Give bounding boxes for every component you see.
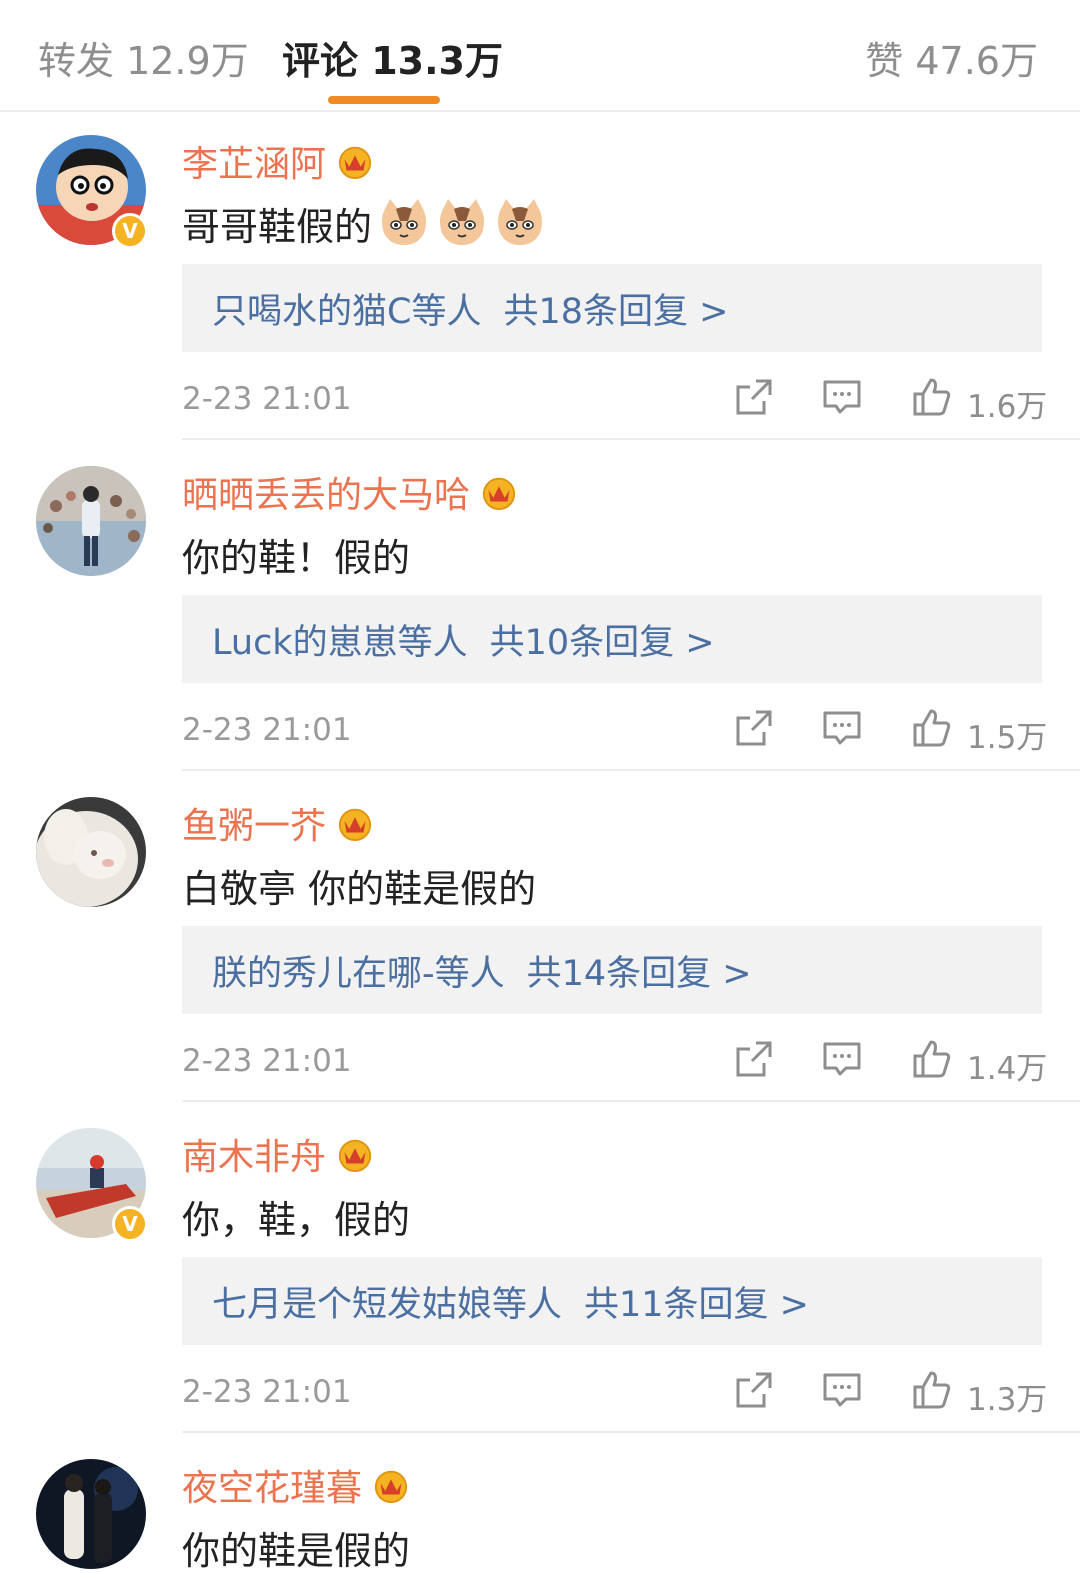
comment-text: 白敬亭 你的鞋是假的	[182, 866, 537, 911]
reply-users[interactable]: 朕的秀儿在哪-等人	[212, 945, 505, 996]
divider	[182, 1431, 1080, 1433]
divider	[182, 438, 1080, 440]
avatar[interactable]	[36, 466, 146, 576]
comment-text: 你，鞋，假的	[182, 1197, 411, 1242]
comment-username[interactable]: 夜空花瑾暮	[182, 1459, 362, 1511]
tab-repost[interactable]: 转发 12.9万	[38, 30, 249, 85]
avatar[interactable]	[36, 1459, 146, 1569]
comment-timestamp: 2-23 21:01	[182, 712, 352, 748]
comment-text: 哥哥鞋假的	[182, 204, 373, 249]
verified-v-icon: V	[112, 1206, 148, 1242]
reply-users[interactable]: Luck的崽崽等人	[212, 614, 468, 665]
reply-count-link[interactable]: 共10条回复 >	[490, 614, 715, 665]
replies-preview[interactable]: Luck的崽崽等人 共10条回复 >	[182, 595, 1042, 683]
thumbs-up-icon[interactable]	[912, 1370, 952, 1410]
comment-username[interactable]: 鱼粥一芥	[182, 797, 326, 849]
comment-icon[interactable]	[822, 708, 862, 748]
like-count: 1.4万	[967, 1051, 1048, 1087]
share-icon[interactable]	[734, 1039, 774, 1079]
comment-text-row: 你的鞋！假的	[182, 526, 410, 582]
thumbs-up-icon[interactable]	[912, 708, 952, 748]
vip-crown-icon	[480, 473, 518, 511]
like-count: 1.5万	[967, 720, 1048, 756]
thumbs-up-icon[interactable]	[912, 377, 952, 417]
comment-text-row: 你，鞋，假的	[182, 1188, 410, 1244]
replies-preview[interactable]: 朕的秀儿在哪-等人 共14条回复 >	[182, 926, 1042, 1014]
comment-username[interactable]: 晒晒丢丢的大马哈	[182, 466, 470, 518]
cat-emoji-icon	[436, 197, 488, 249]
comment-timestamp: 2-23 21:01	[182, 1374, 352, 1410]
comment-text: 你的鞋是假的	[182, 1528, 411, 1573]
comment-text-row: 白敬亭 你的鞋是假的	[182, 857, 536, 913]
active-tab-indicator	[328, 96, 440, 104]
share-icon[interactable]	[734, 1370, 774, 1410]
replies-preview[interactable]: 只喝水的猫C等人 共18条回复 >	[182, 264, 1042, 352]
tab-likes[interactable]: 赞 47.6万	[865, 30, 1038, 85]
avatar[interactable]	[36, 797, 146, 907]
comment-tab-bar: 转发 12.9万 评论 13.3万 赞 47.6万	[0, 0, 1080, 112]
comment-text: 你的鞋！假的	[182, 535, 411, 580]
verified-v-icon: V	[112, 213, 148, 249]
comment-username[interactable]: 李芷涵阿	[182, 135, 326, 187]
comment-username[interactable]: 南木非舟	[182, 1128, 326, 1180]
divider	[182, 769, 1080, 771]
tab-comments[interactable]: 评论 13.3万	[282, 30, 503, 85]
share-icon[interactable]	[734, 377, 774, 417]
comment-icon[interactable]	[822, 377, 862, 417]
comment-text-row: 你的鞋是假的	[182, 1519, 410, 1573]
reply-count-link[interactable]: 共14条回复 >	[527, 945, 752, 996]
vip-crown-icon	[336, 804, 374, 842]
like-count: 1.6万	[967, 389, 1048, 425]
comment-meta: 2-23 21:01 1.6万	[182, 373, 1047, 425]
comment-text-row: 哥哥鞋假的	[182, 195, 546, 251]
comment-timestamp: 2-23 21:01	[182, 381, 352, 417]
reply-count-link[interactable]: 共18条回复 >	[503, 283, 728, 334]
share-icon[interactable]	[734, 708, 774, 748]
cat-emoji-icon	[378, 197, 430, 249]
vip-crown-icon	[372, 1466, 410, 1504]
comment-timestamp: 2-23 21:01	[182, 1043, 352, 1079]
reply-count-link[interactable]: 共11条回复 >	[584, 1276, 809, 1327]
reply-users[interactable]: 七月是个短发姑娘等人	[212, 1276, 562, 1327]
divider	[182, 1100, 1080, 1102]
comment-icon[interactable]	[822, 1370, 862, 1410]
comment-meta: 2-23 21:01 1.5万	[182, 704, 1047, 756]
comment-meta: 2-23 21:01 1.4万	[182, 1035, 1047, 1087]
like-count: 1.3万	[967, 1382, 1048, 1418]
comment-meta: 2-23 21:01 1.3万	[182, 1366, 1047, 1418]
vip-crown-icon	[336, 142, 374, 180]
reply-users[interactable]: 只喝水的猫C等人	[212, 283, 481, 334]
vip-crown-icon	[336, 1135, 374, 1173]
cat-emoji-icon	[494, 197, 546, 249]
comment-icon[interactable]	[822, 1039, 862, 1079]
thumbs-up-icon[interactable]	[912, 1039, 952, 1079]
replies-preview[interactable]: 七月是个短发姑娘等人 共11条回复 >	[182, 1257, 1042, 1345]
